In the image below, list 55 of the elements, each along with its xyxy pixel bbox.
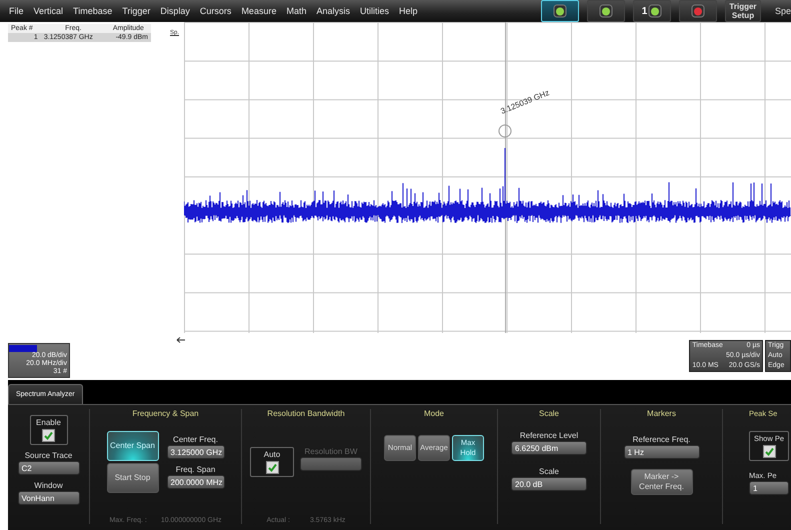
section-title: Mode <box>424 409 444 420</box>
section-title: Frequency & Span <box>132 409 199 420</box>
freq-span-field[interactable]: 200.0000 MHz <box>166 475 224 489</box>
menu-item[interactable]: Trigger <box>117 6 156 16</box>
indicator-icon <box>552 4 567 18</box>
indicator-icon <box>598 4 613 18</box>
field-label: Source Trace <box>24 451 72 460</box>
section-title: Resolution Bandwidth <box>267 409 345 420</box>
center-freq-field[interactable]: 3.125000 GHz <box>166 445 224 459</box>
menu-item[interactable]: Cursors <box>194 6 236 16</box>
menu-item[interactable]: Math <box>281 6 312 16</box>
span-mode-button[interactable]: Center Span <box>106 431 158 461</box>
reference-freq-field[interactable]: 1 Hz <box>624 445 700 459</box>
menu-item[interactable]: Timebase <box>68 6 118 16</box>
field-label: Freq. Span <box>176 465 216 474</box>
menu-item[interactable]: Vertical <box>28 6 68 16</box>
menu-item[interactable]: Measure <box>236 6 282 16</box>
check-icon <box>44 431 53 440</box>
menu-item[interactable]: Analysis <box>311 6 355 16</box>
menu-label[interactable]: Spe <box>774 6 791 16</box>
section-title: Markers <box>647 409 676 420</box>
field-label: Reference Level <box>520 431 578 440</box>
field-label: Scale <box>538 467 559 476</box>
menu-item[interactable]: Help <box>394 6 423 16</box>
enable-toggle[interactable]: Enable <box>30 415 68 445</box>
toolbar-button[interactable] <box>540 0 579 22</box>
field-label: Resolution BW <box>304 447 358 456</box>
marker-to-center-button[interactable]: Marker -> Center Freq. <box>630 469 692 495</box>
menu-item[interactable]: File <box>4 6 29 16</box>
toolbar-button[interactable] <box>678 0 717 22</box>
reference-level-field[interactable]: 6.6250 dBm <box>511 441 587 455</box>
toolbar-button[interactable]: 1 <box>632 0 671 22</box>
span-mode-button[interactable]: Start Stop <box>106 463 158 493</box>
checkbox[interactable] <box>762 445 776 458</box>
scale-field[interactable]: 20.0 dB <box>511 477 587 491</box>
indicator-icon <box>648 4 662 18</box>
check-icon <box>764 447 774 456</box>
menu-item[interactable]: Utilities <box>354 6 394 16</box>
window-field[interactable]: VonHann <box>18 491 80 505</box>
field-label: Center Freq. <box>173 435 218 444</box>
max-peaks-field[interactable]: 1 <box>749 481 789 495</box>
checkbox[interactable] <box>266 461 278 474</box>
toolbar-button[interactable] <box>586 0 625 22</box>
section-title: Scale <box>538 409 559 420</box>
marker-icon <box>498 124 512 138</box>
indicator-icon <box>690 4 705 18</box>
auto-toggle[interactable]: Auto <box>250 447 294 477</box>
source-trace-field[interactable]: C2 <box>18 461 80 475</box>
check-icon <box>268 463 276 472</box>
arrow-left-icon <box>176 336 186 344</box>
trigger-setup-button[interactable]: Trigger Setup <box>724 0 761 22</box>
menu-item[interactable]: Display <box>155 6 195 16</box>
checkbox[interactable] <box>42 429 55 442</box>
field-label: Reference Freq. <box>632 435 690 444</box>
field-label: Window <box>34 481 63 490</box>
